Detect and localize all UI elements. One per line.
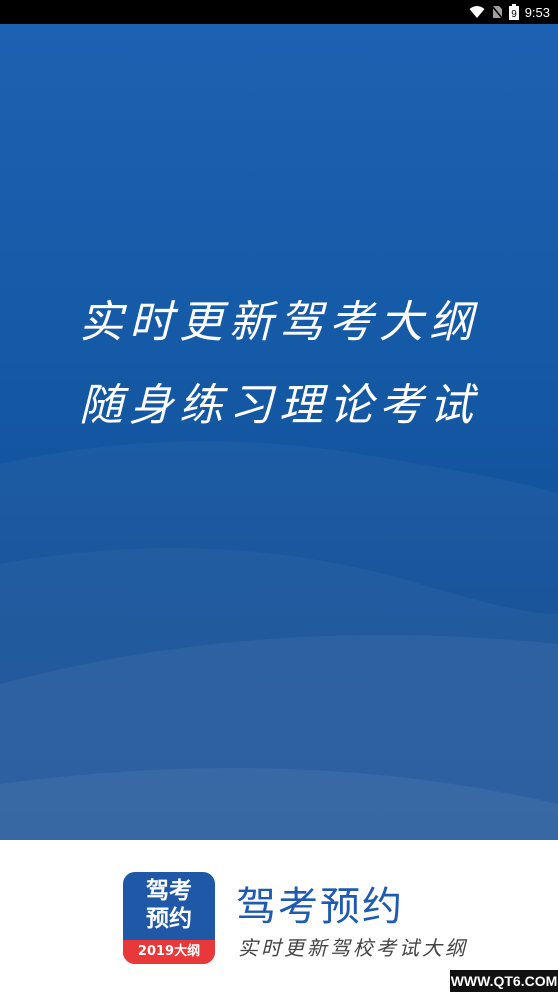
watermark: WWW.QT6.COM (450, 970, 558, 992)
splash-hero: 实时更新驾考大纲 随身练习理论考试 (0, 24, 558, 840)
logo-line-1: 驾考 (146, 878, 192, 904)
logo-band: 2019大纲 (123, 940, 215, 964)
status-time: 9:53 (524, 4, 550, 20)
status-bar: 9 9:53 (0, 0, 558, 24)
status-icons: 9 9:53 (469, 0, 550, 24)
splash-footer: 驾考 预约 2019大纲 驾考预约 实时更新驾校考试大纲 WWW.QT6.COM (0, 840, 558, 992)
app-title: 驾考预约 (236, 884, 404, 930)
app-logo: 驾考 预约 2019大纲 (123, 872, 215, 964)
no-sim-icon (491, 5, 503, 19)
app-subtitle: 实时更新驾校考试大纲 (238, 936, 468, 960)
logo-line-2: 预约 (146, 906, 192, 932)
slogan-line-1: 实时更新驾考大纲 (79, 297, 479, 348)
wifi-icon (469, 5, 485, 19)
slogan-line-2: 随身练习理论考试 (79, 380, 479, 431)
battery-icon: 9 (508, 4, 519, 20)
svg-text:9: 9 (511, 9, 517, 20)
